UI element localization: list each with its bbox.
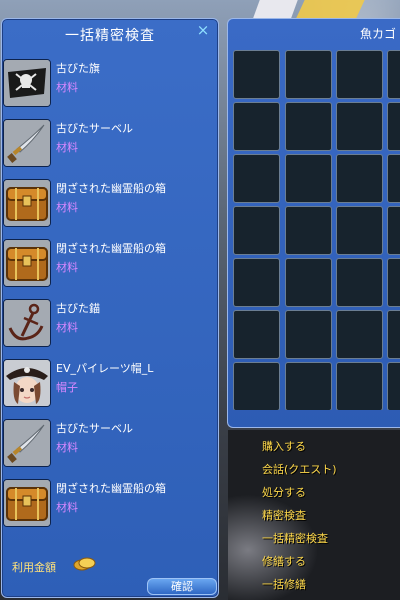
inventory-slot[interactable] bbox=[285, 154, 332, 203]
item-category: 材料 bbox=[56, 261, 78, 274]
menu-item-talk-quest[interactable]: 会話(クエスト) bbox=[262, 458, 337, 481]
inventory-slot[interactable] bbox=[233, 310, 280, 359]
list-item[interactable]: EV_パイレーツ帽_L 帽子 bbox=[2, 355, 218, 415]
inventory-slot[interactable] bbox=[285, 102, 332, 151]
inventory-slot[interactable] bbox=[285, 310, 332, 359]
item-category: 材料 bbox=[56, 441, 78, 454]
list-item[interactable]: 古びた錨 材料 bbox=[2, 295, 218, 355]
background-stripe bbox=[295, 0, 365, 20]
item-name: 閉ざされた幽霊船の箱 bbox=[56, 482, 166, 495]
cost-label: 利用金額 bbox=[12, 561, 56, 574]
panel-title: 一括精密検査 bbox=[65, 28, 155, 44]
gold-coin-icon bbox=[72, 556, 96, 572]
inventory-slot[interactable] bbox=[336, 102, 383, 151]
list-item[interactable]: 古びたサーベル 材料 bbox=[2, 415, 218, 475]
item-name: 古びた旗 bbox=[56, 62, 100, 75]
item-list: 古びた旗 材料 古びたサーベル 材料 閉ざされた幽霊船の箱 材料 閉ざされた幽霊… bbox=[2, 55, 218, 535]
list-item[interactable]: 閉ざされた幽霊船の箱 材料 bbox=[2, 175, 218, 235]
inventory-slot[interactable] bbox=[387, 258, 400, 307]
inventory-slot[interactable] bbox=[233, 258, 280, 307]
menu-item-bulk-inspect[interactable]: 一括精密検査 bbox=[262, 527, 337, 550]
item-name: 閉ざされた幽霊船の箱 bbox=[56, 182, 166, 195]
inventory-slot[interactable] bbox=[387, 310, 400, 359]
menu-item-bulk-repair[interactable]: 一括修繕 bbox=[262, 573, 337, 596]
treasure-chest-icon bbox=[3, 179, 51, 227]
menu-item-dispose[interactable]: 処分する bbox=[262, 481, 337, 504]
menu-item-repair[interactable]: 修繕する bbox=[262, 550, 337, 573]
treasure-chest-icon bbox=[3, 239, 51, 287]
anchor-icon bbox=[3, 299, 51, 347]
bulk-inspection-panel: 一括精密検査 × 古びた旗 材料 古びたサーベル 材料 閉ざされた幽霊船の箱 材… bbox=[1, 18, 219, 598]
item-category: 帽子 bbox=[56, 381, 78, 394]
menu-item-inspect[interactable]: 精密検査 bbox=[262, 504, 337, 527]
menu-item-buy[interactable]: 購入する bbox=[262, 435, 337, 458]
item-category: 材料 bbox=[56, 201, 78, 214]
pirate-hat-avatar-icon bbox=[3, 359, 51, 407]
saber-icon bbox=[3, 419, 51, 467]
inventory-slot[interactable] bbox=[387, 102, 400, 151]
inventory-slot[interactable] bbox=[285, 206, 332, 255]
inventory-slot[interactable] bbox=[336, 154, 383, 203]
inventory-title: 魚カゴ bbox=[360, 27, 397, 41]
inventory-grid bbox=[233, 50, 400, 410]
item-name: 古びたサーベル bbox=[56, 422, 133, 435]
inventory-slot[interactable] bbox=[387, 154, 400, 203]
inventory-slot[interactable] bbox=[233, 362, 280, 410]
item-category: 材料 bbox=[56, 501, 78, 514]
treasure-chest-icon bbox=[3, 479, 51, 527]
inventory-slot[interactable] bbox=[233, 50, 280, 99]
item-category: 材料 bbox=[56, 141, 78, 154]
pirate-flag-icon bbox=[3, 59, 51, 107]
inventory-slot[interactable] bbox=[285, 50, 332, 99]
inventory-slot[interactable] bbox=[336, 310, 383, 359]
inventory-slot[interactable] bbox=[387, 206, 400, 255]
inventory-slot[interactable] bbox=[336, 258, 383, 307]
close-icon[interactable]: × bbox=[196, 23, 210, 38]
inventory-slot[interactable] bbox=[233, 206, 280, 255]
inventory-slot[interactable] bbox=[336, 362, 383, 410]
confirm-button[interactable]: 確認 bbox=[147, 578, 217, 595]
item-name: 閉ざされた幽霊船の箱 bbox=[56, 242, 166, 255]
list-item[interactable]: 閉ざされた幽霊船の箱 材料 bbox=[2, 475, 218, 535]
inventory-slot[interactable] bbox=[285, 362, 332, 410]
item-category: 材料 bbox=[56, 81, 78, 94]
item-name: EV_パイレーツ帽_L bbox=[56, 362, 154, 375]
item-category: 材料 bbox=[56, 321, 78, 334]
saber-icon bbox=[3, 119, 51, 167]
inventory-slot[interactable] bbox=[285, 258, 332, 307]
inventory-slot[interactable] bbox=[336, 206, 383, 255]
inventory-slot[interactable] bbox=[336, 50, 383, 99]
list-item[interactable]: 古びたサーベル 材料 bbox=[2, 115, 218, 175]
inventory-slot[interactable] bbox=[387, 362, 400, 410]
npc-menu: 購入する 会話(クエスト) 処分する 精密検査 一括精密検査 修繕する 一括修繕 bbox=[262, 435, 337, 596]
item-name: 古びた錨 bbox=[56, 302, 100, 315]
item-name: 古びたサーベル bbox=[56, 122, 133, 135]
list-item[interactable]: 閉ざされた幽霊船の箱 材料 bbox=[2, 235, 218, 295]
inventory-slot[interactable] bbox=[233, 154, 280, 203]
inventory-slot[interactable] bbox=[387, 50, 400, 99]
fish-basket-panel: 魚カゴ bbox=[227, 18, 400, 428]
inventory-slot[interactable] bbox=[233, 102, 280, 151]
list-item[interactable]: 古びた旗 材料 bbox=[2, 55, 218, 115]
